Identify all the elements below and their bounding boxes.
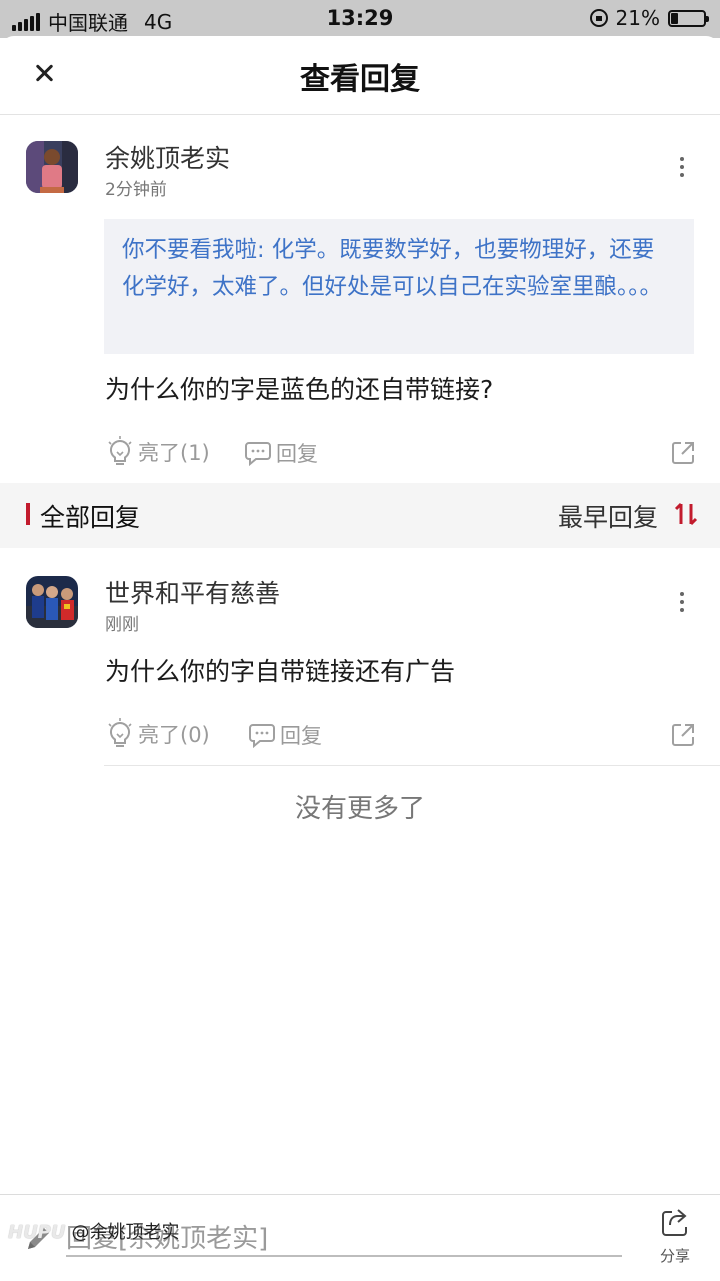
reply-button[interactable]: 回复 [248, 720, 322, 750]
username[interactable]: 世界和平有慈善 [105, 574, 280, 610]
username[interactable]: 余姚顶老实 [105, 139, 230, 175]
header: 查看回复 [0, 36, 720, 115]
input-underline [66, 1255, 622, 1257]
section-title: 全部回复 [40, 503, 141, 532]
section-marker [26, 503, 30, 525]
reply-label: 回复 [276, 442, 318, 466]
share-icon [662, 1209, 687, 1236]
share-label: 分享 [659, 1247, 690, 1265]
sort-icon[interactable] [672, 500, 700, 528]
comment-icon [245, 442, 271, 466]
more-options-icon[interactable] [678, 592, 686, 616]
avatar[interactable] [26, 141, 78, 193]
post-content: 为什么你的字是蓝色的还自带链接? [105, 375, 494, 404]
reply-label: 回复 [280, 724, 322, 748]
watermark-handle: @余姚顶老实 [71, 1222, 180, 1243]
like-button[interactable]: 亮了(1) [106, 436, 210, 468]
status-bar: 中国联通 4G 13:29 21% [0, 0, 720, 38]
sort-button[interactable]: 最早回复 [558, 498, 658, 534]
reply-content: 为什么你的字自带链接还有广告 [105, 657, 456, 686]
battery-icon [668, 9, 709, 27]
reply-time: 刚刚 [105, 615, 139, 635]
hupu-logo: HUPU [8, 1222, 66, 1243]
quoted-reply[interactable]: 你不要看我啦: 化学。既要数学好，也要物理好，还要化学好，太难了。但好处是可以自… [104, 219, 694, 354]
like-count-label: 亮了(0) [138, 723, 210, 747]
battery-percent: 21% [615, 6, 660, 30]
share-icon[interactable] [670, 722, 696, 748]
lightbulb-icon [108, 436, 132, 465]
post-time: 2分钟前 [105, 180, 167, 200]
reply-button[interactable]: 回复 [244, 438, 318, 468]
comment-icon [249, 724, 275, 748]
more-options-icon[interactable] [678, 157, 686, 181]
reply-sheet: 查看回复 余姚顶老实 2分钟前 你不要看我啦: 化学。既要数学好，也要物理好，还… [0, 36, 720, 1281]
end-of-list-text: 没有更多了 [294, 794, 425, 824]
avatar[interactable] [26, 576, 78, 628]
like-count-label: 亮了(1) [138, 441, 210, 465]
rotation-lock-icon [589, 9, 608, 27]
watermark: HUPU @余姚顶老实 [8, 1218, 180, 1244]
like-button[interactable]: 亮了(0) [106, 718, 210, 750]
share-icon[interactable] [670, 440, 696, 466]
page-title: 查看回复 [300, 62, 420, 97]
lightbulb-icon [108, 718, 132, 747]
replies-section-header: 全部回复 最早回复 [0, 483, 720, 548]
share-button[interactable]: 分享 [648, 1207, 702, 1267]
divider [104, 765, 720, 766]
